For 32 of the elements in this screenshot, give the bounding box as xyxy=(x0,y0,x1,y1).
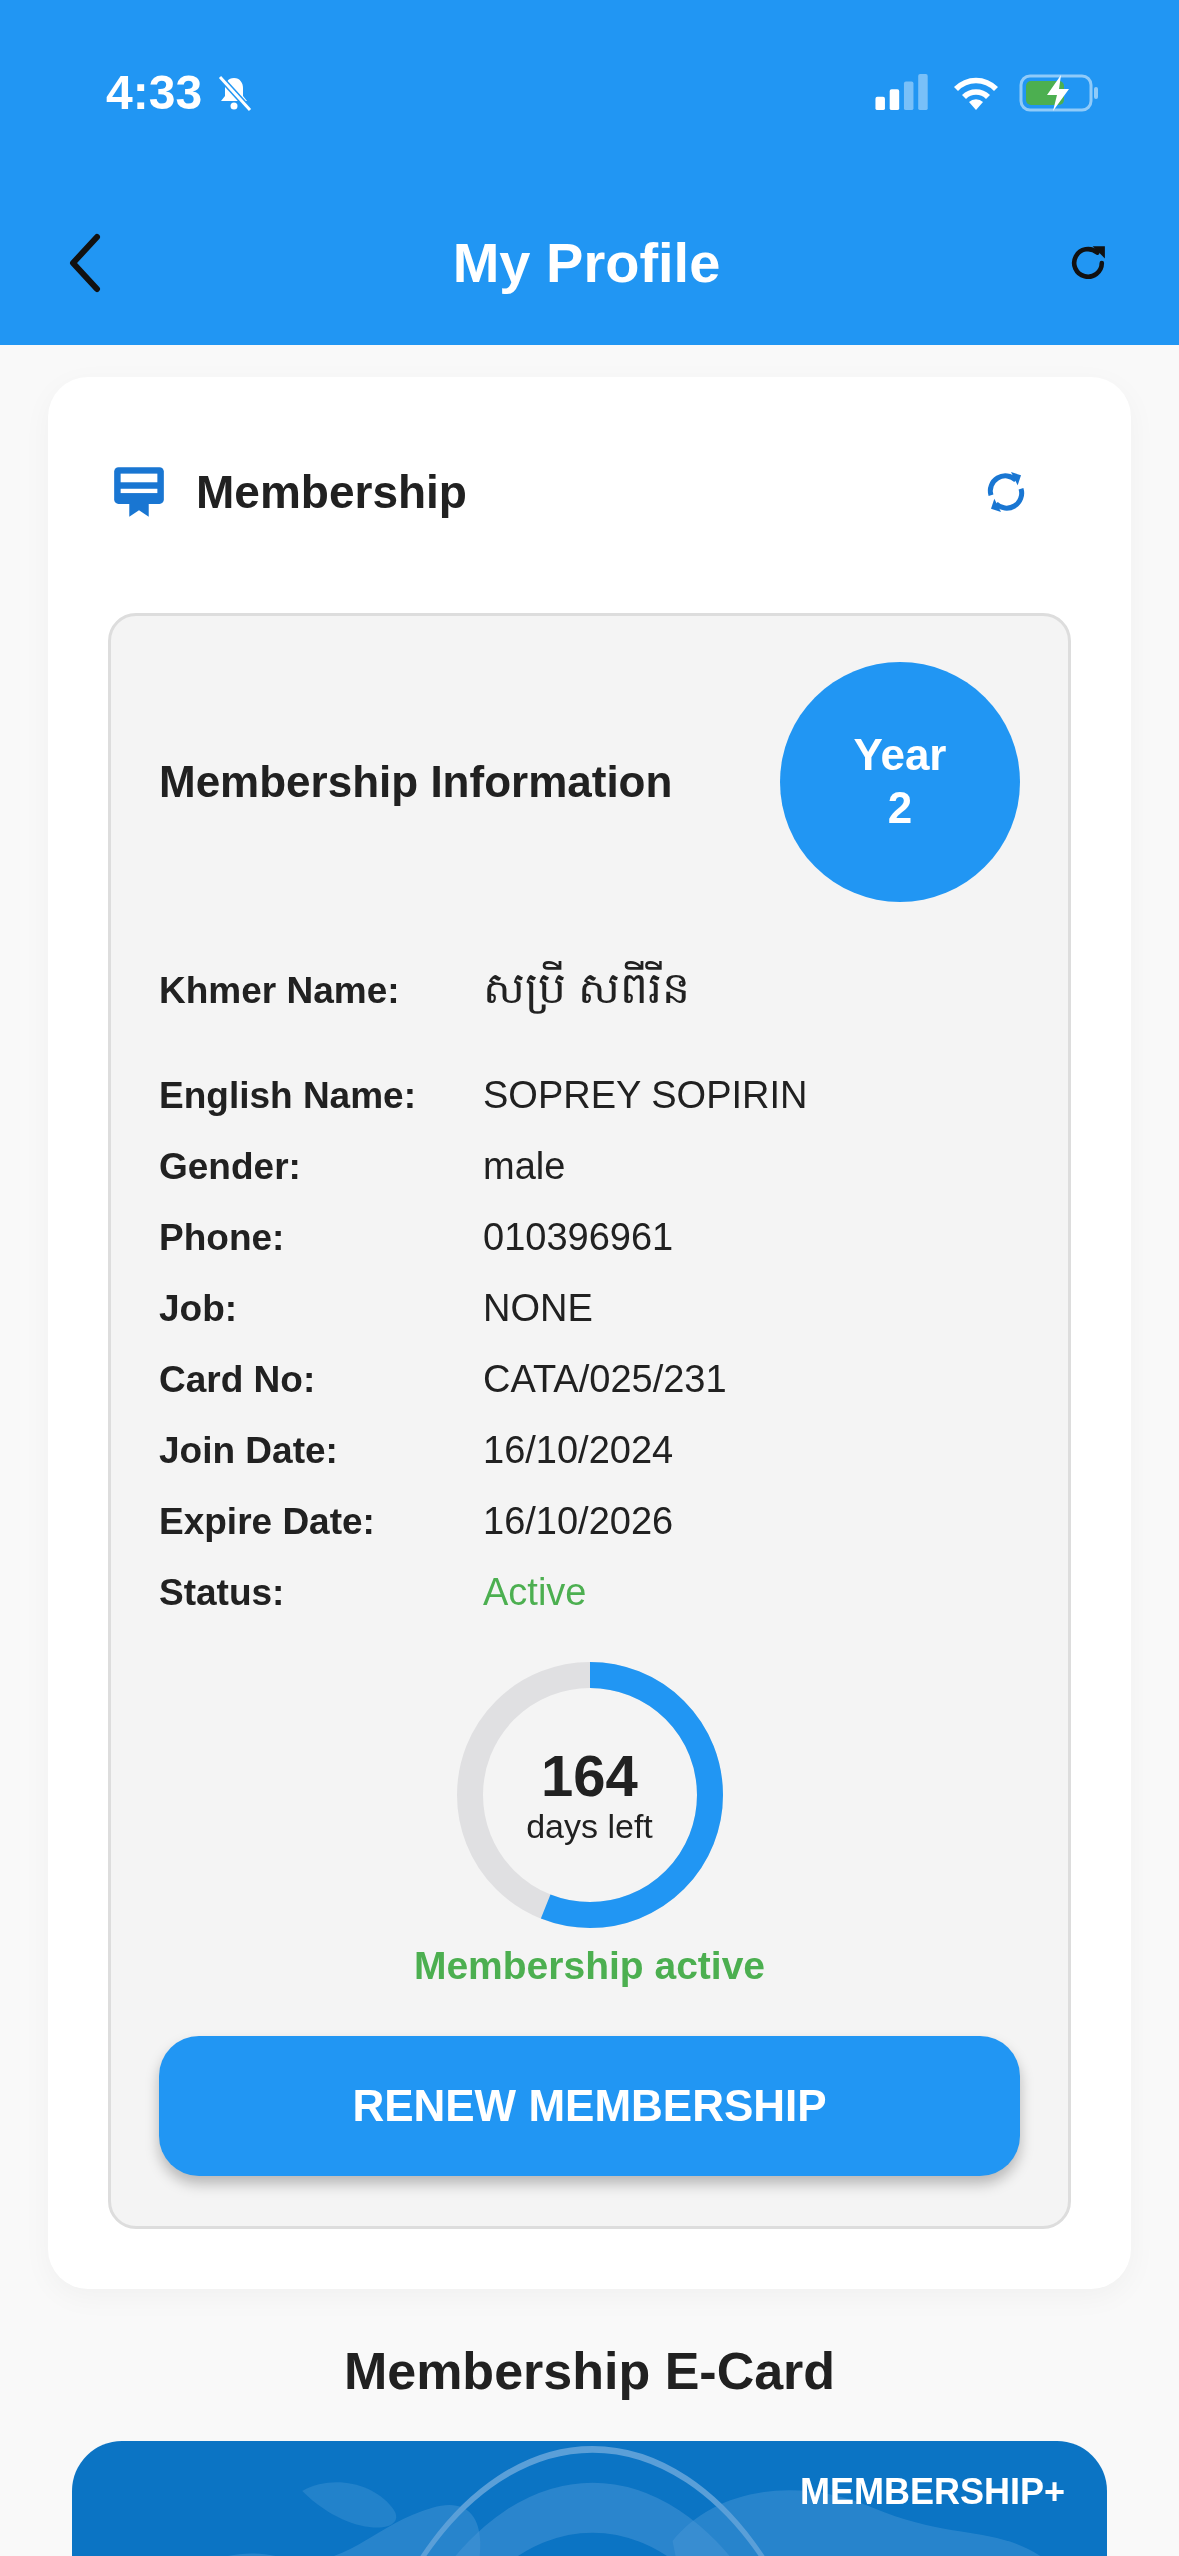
year-badge: Year 2 xyxy=(780,662,1020,902)
section-title: Membership xyxy=(196,465,467,519)
days-count: 164 xyxy=(541,1743,638,1808)
field-value: 010396961 xyxy=(483,1216,674,1259)
field-value: CATA/025/231 xyxy=(483,1358,727,1401)
field-value: សប្រី សពីរីន xyxy=(483,960,691,1016)
status-value: Active xyxy=(483,1571,587,1614)
field-label: English Name: xyxy=(159,1075,417,1117)
page-title: My Profile xyxy=(452,230,721,295)
days-label: days left xyxy=(526,1807,653,1847)
field-label: Card No: xyxy=(159,1359,317,1401)
info-title: Membership Information xyxy=(159,757,673,807)
field-value: male xyxy=(483,1145,566,1188)
field-label: Phone: xyxy=(159,1217,286,1259)
ecard-label: MEMBERSHIP+ xyxy=(799,2471,1065,2513)
field-value: NONE xyxy=(483,1287,593,1330)
battery-charging-icon xyxy=(1019,72,1099,113)
field-value: 16/10/2026 xyxy=(483,1500,674,1543)
field-value: SOPREY SOPIRIN xyxy=(483,1074,808,1117)
field-label: Join Date: xyxy=(159,1430,339,1472)
membership-card-icon xyxy=(112,465,166,519)
membership-status: Membership active xyxy=(413,1944,766,1988)
ecard-title: Membership E-Card xyxy=(342,2341,837,2401)
field-label: Khmer Name: xyxy=(159,970,401,1012)
field-value: 16/10/2024 xyxy=(483,1429,674,1472)
field-label: Gender: xyxy=(159,1146,302,1188)
field-label: Status: xyxy=(159,1572,286,1614)
field-label: Job: xyxy=(159,1288,239,1330)
signal-icon xyxy=(875,73,931,112)
field-label: Expire Date: xyxy=(159,1501,376,1543)
status-time: 4:33 xyxy=(106,65,203,120)
renew-button[interactable]: RENEW MEMBERSHIP xyxy=(159,2036,1020,2176)
